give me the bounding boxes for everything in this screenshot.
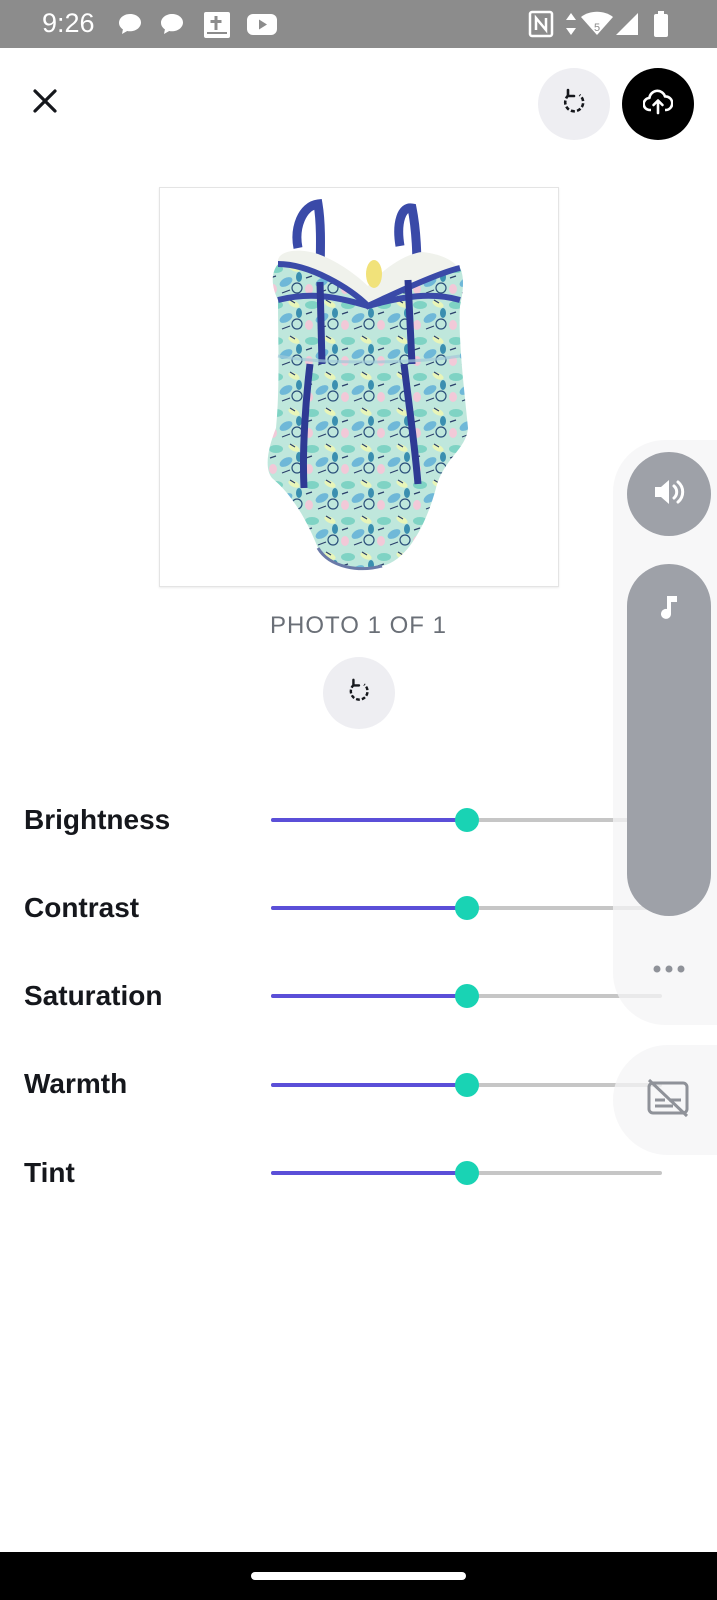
wifi-icon: 5 xyxy=(580,10,614,43)
rotate-photo-button[interactable] xyxy=(323,657,395,729)
rotate-all-button[interactable] xyxy=(538,68,610,140)
slider-fill xyxy=(271,1083,467,1087)
bible-app-icon xyxy=(202,10,232,45)
chat-bubble-icon xyxy=(116,10,144,43)
battery-icon xyxy=(652,10,670,43)
cell-signal-icon xyxy=(614,10,640,43)
slider-fill xyxy=(271,906,467,910)
svg-text:5: 5 xyxy=(594,22,600,34)
volume-icon xyxy=(651,474,687,515)
more-horiz-icon xyxy=(652,961,686,979)
adjustment-label: Contrast xyxy=(24,892,140,923)
adjustment-label: Warmth xyxy=(24,1068,128,1099)
cloud-upload-icon xyxy=(642,89,674,120)
photo-counter: PHOTO 1 OF 1 xyxy=(270,612,447,639)
warmth-slider[interactable] xyxy=(271,1073,662,1097)
upload-button[interactable] xyxy=(622,68,694,140)
volume-button[interactable] xyxy=(627,452,711,536)
contrast-slider[interactable] xyxy=(271,896,662,920)
close-icon xyxy=(32,88,58,119)
slider-thumb[interactable] xyxy=(454,808,479,832)
close-button[interactable] xyxy=(24,82,66,124)
slider-fill xyxy=(271,1171,467,1175)
youtube-icon xyxy=(246,10,278,43)
volume-more-button[interactable] xyxy=(627,955,711,985)
slider-thumb[interactable] xyxy=(454,1161,479,1185)
slider-thumb[interactable] xyxy=(454,896,479,920)
adjustment-label: Tint xyxy=(24,1157,75,1188)
adjustment-label: Brightness xyxy=(24,804,171,835)
navigation-bar xyxy=(0,1552,717,1600)
music-note-icon xyxy=(655,592,683,627)
swimsuit-image xyxy=(267,198,468,570)
captions-toggle[interactable] xyxy=(613,1045,717,1155)
brightness-slider[interactable] xyxy=(271,808,662,832)
tint-slider[interactable] xyxy=(271,1161,662,1185)
chat-bubble-icon xyxy=(158,10,186,43)
captions-off-icon xyxy=(645,1078,691,1123)
rotate-icon xyxy=(346,678,372,709)
photo-preview[interactable] xyxy=(159,187,559,587)
slider-fill xyxy=(271,994,467,998)
home-gesture-handle[interactable] xyxy=(251,1572,466,1580)
slider-fill xyxy=(271,818,467,822)
status-bar: 9:26 5 xyxy=(0,0,717,48)
status-time: 9:26 xyxy=(42,8,95,38)
adjustment-label: Saturation xyxy=(24,980,163,1011)
slider-thumb[interactable] xyxy=(454,1073,479,1097)
rotate-icon xyxy=(560,88,588,121)
slider-thumb[interactable] xyxy=(454,984,479,1008)
nfc-icon xyxy=(528,10,554,43)
media-volume-slider[interactable] xyxy=(627,564,711,916)
data-arrows-icon xyxy=(564,10,578,43)
saturation-slider[interactable] xyxy=(271,984,662,1008)
